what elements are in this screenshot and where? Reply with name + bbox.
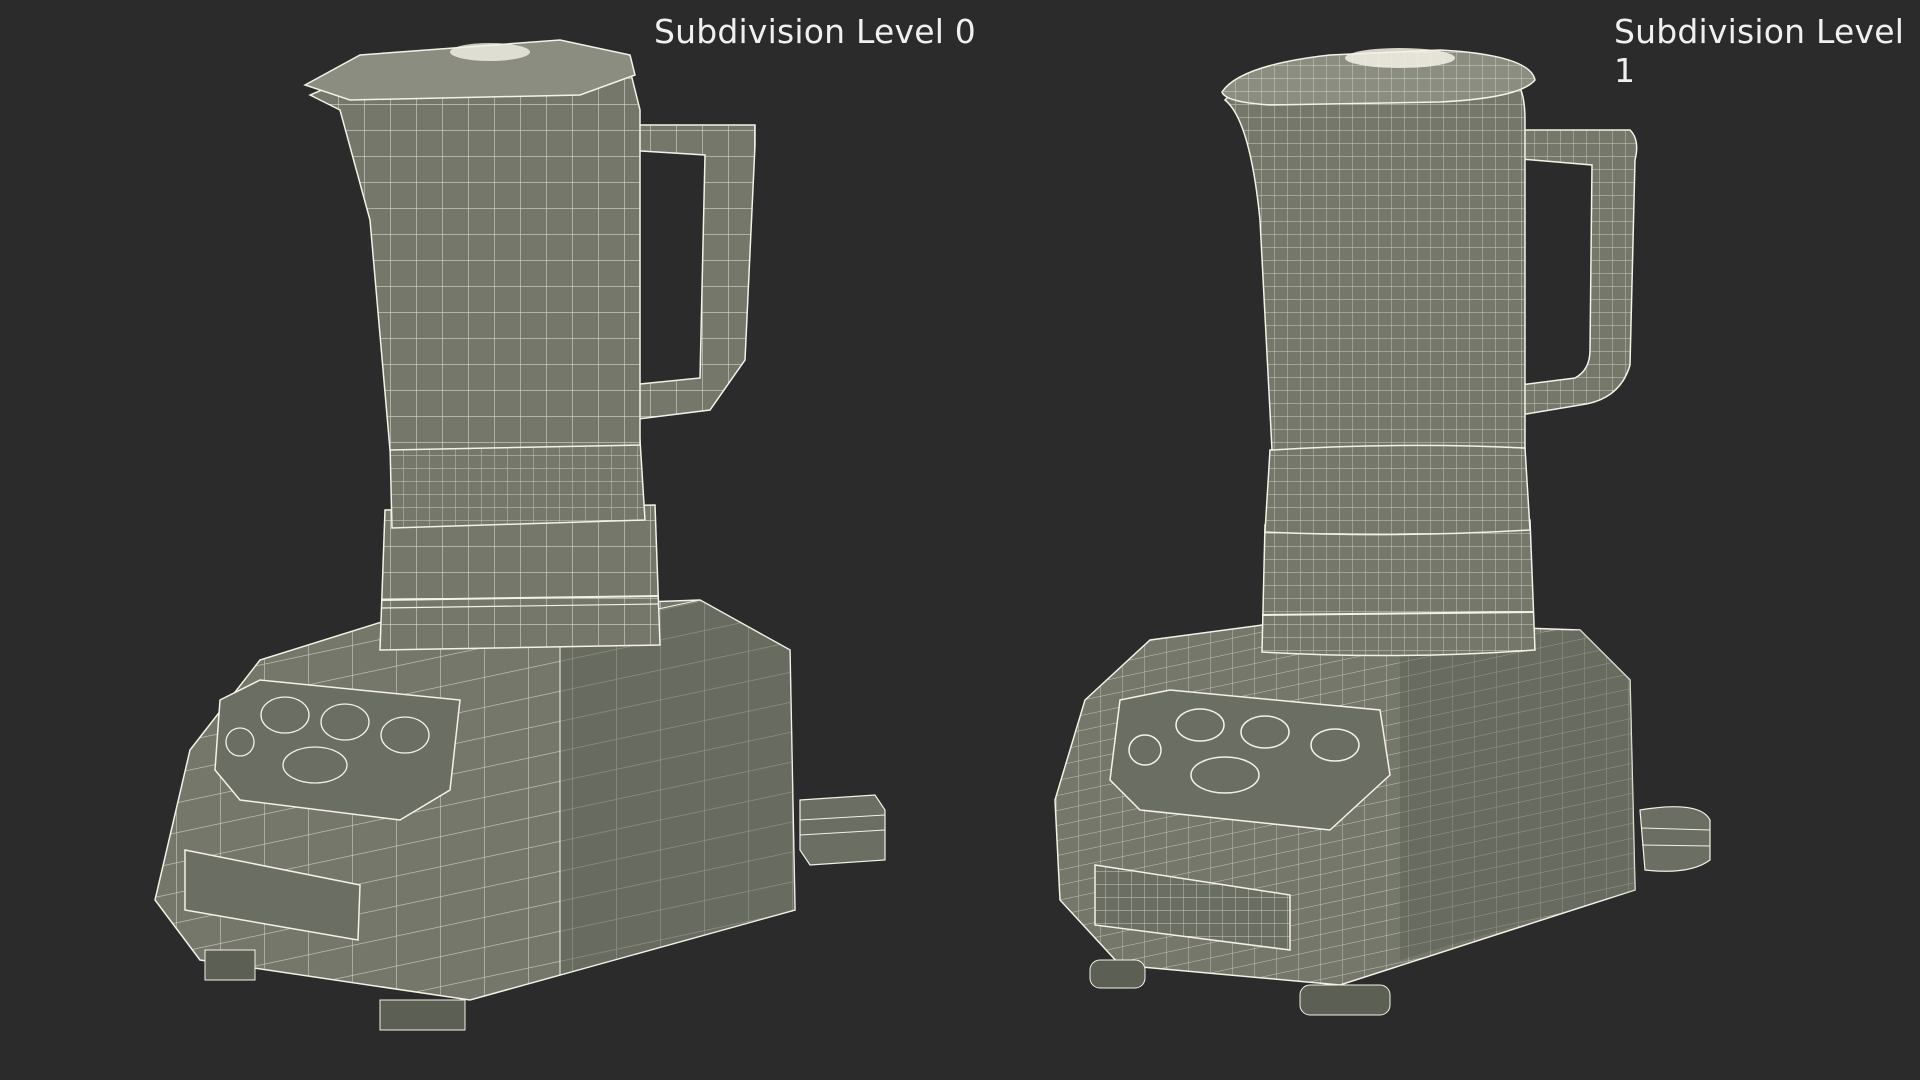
control-panel-right bbox=[1109, 689, 1391, 831]
blender-model-level-1 bbox=[1054, 48, 1711, 1016]
render-viewport: Subdivision Level 0 Subdivision Level 1 bbox=[0, 0, 1920, 1080]
subdivision-level-0-label: Subdivision Level 0 bbox=[654, 12, 976, 51]
subdivision-level-1-label: Subdivision Level 1 bbox=[1614, 12, 1905, 90]
blender-wireframe-render bbox=[154, 39, 1711, 1031]
blender-model-level-0 bbox=[154, 39, 886, 1031]
